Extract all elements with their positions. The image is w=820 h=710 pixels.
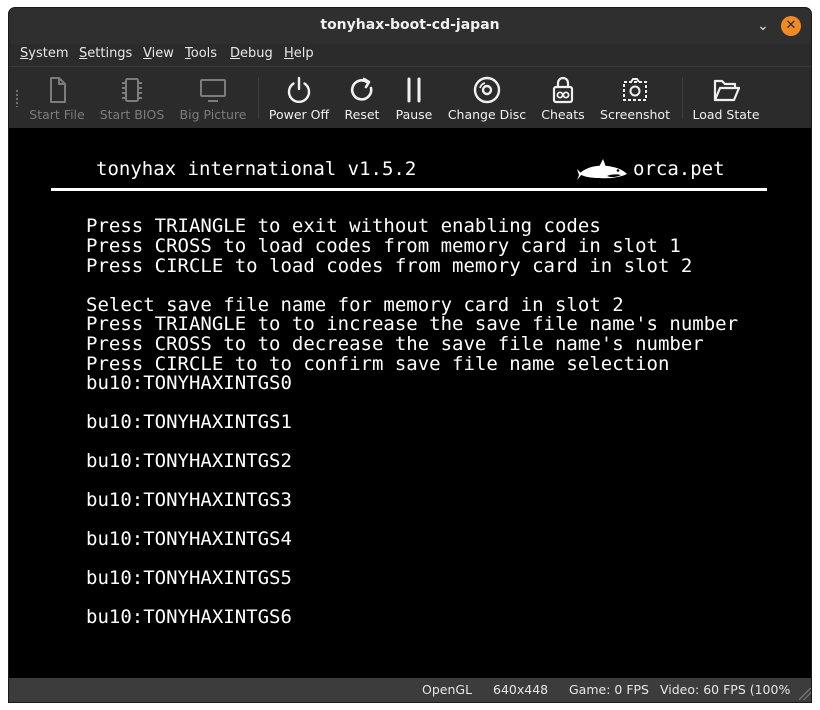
- big-picture-button[interactable]: Big Picture: [175, 67, 251, 127]
- menu-tools[interactable]: Tools: [185, 46, 217, 61]
- save-prompt-line: Press CROSS to to decrease the save file…: [86, 333, 704, 355]
- change-disc-button[interactable]: Change Disc: [445, 67, 529, 127]
- pause-icon: [407, 77, 421, 103]
- big-picture-label: Big Picture: [179, 107, 247, 122]
- reset-button[interactable]: Reset: [339, 67, 385, 127]
- game-fps-status: Game: 0 FPS: [569, 682, 649, 697]
- pause-button[interactable]: Pause: [391, 67, 437, 127]
- minimize-icon[interactable]: ⌄: [753, 16, 773, 36]
- menu-system[interactable]: System: [20, 46, 69, 61]
- window-title: tonyhax-boot-cd-japan: [320, 17, 500, 33]
- start-file-button[interactable]: Start File: [25, 67, 89, 127]
- menu-bar: System Settings View Tools Debug Help: [9, 44, 811, 66]
- save-prompt-line: Press CIRCLE to to confirm save file nam…: [86, 353, 670, 375]
- save-file-name: bu10:TONYHAXINTGS4: [86, 528, 292, 550]
- chip-icon: [122, 78, 142, 102]
- power-icon: [287, 76, 311, 104]
- instruction-line: Press CIRCLE to load codes from memory c…: [86, 255, 693, 277]
- toolbar-grip[interactable]: [15, 89, 19, 107]
- save-prompt-line: Press TRIANGLE to to increase the save f…: [86, 313, 739, 335]
- emulator-window: tonyhax-boot-cd-japan ⌄ ✕ System Setting…: [9, 8, 811, 702]
- instruction-line: Press CROSS to load codes from memory ca…: [86, 235, 681, 257]
- monitor-icon: [200, 79, 226, 102]
- load-state-button[interactable]: Load State: [689, 67, 763, 127]
- menu-debug[interactable]: Debug: [230, 46, 273, 61]
- save-file-name: bu10:TONYHAXINTGS2: [86, 450, 292, 472]
- game-display[interactable]: tonyhax international v1.5.2 orca.pet Pr…: [9, 128, 811, 678]
- save-file-name: bu10:TONYHAXINTGS3: [86, 489, 292, 511]
- toolbar-separator: [258, 77, 259, 119]
- menu-settings[interactable]: Settings: [79, 46, 132, 61]
- cheats-icon: [552, 76, 574, 104]
- save-file-name: bu10:TONYHAXINTGS5: [86, 567, 292, 589]
- start-bios-button[interactable]: Start BIOS: [97, 67, 167, 127]
- resolution-status: 640x448: [493, 682, 549, 697]
- save-file-name: bu10:TONYHAXINTGS1: [86, 411, 292, 433]
- start-file-label: Start File: [29, 107, 85, 122]
- renderer-status: OpenGL: [422, 682, 473, 697]
- orca-pet-site: orca.pet: [633, 158, 725, 180]
- screenshot-icon: [623, 78, 647, 101]
- start-bios-label: Start BIOS: [99, 107, 165, 122]
- save-prompt-line: Select save file name for memory card in…: [86, 294, 624, 316]
- close-icon[interactable]: ✕: [781, 16, 801, 36]
- resize-grip-icon[interactable]: [799, 688, 811, 700]
- power-off-label: Power Off: [268, 107, 330, 122]
- header-divider: [51, 188, 767, 191]
- screenshot-button[interactable]: Screenshot: [597, 67, 673, 127]
- folder-open-icon: [713, 79, 741, 102]
- file-icon: [50, 77, 66, 103]
- cheats-label: Cheats: [541, 107, 585, 122]
- save-file-name: bu10:TONYHAXINTGS0: [86, 372, 292, 394]
- instruction-line: Press TRIANGLE to exit without enabling …: [86, 215, 601, 237]
- reset-label: Reset: [344, 107, 380, 122]
- status-bar: OpenGL 640x448 Game: 0 FPS Video: 60 FPS…: [9, 678, 811, 702]
- menu-view[interactable]: View: [143, 46, 174, 61]
- tonyhax-title: tonyhax international v1.5.2: [96, 158, 417, 180]
- video-fps-status: Video: 60 FPS (100%: [660, 682, 791, 697]
- menu-help[interactable]: Help: [284, 46, 314, 61]
- load-state-label: Load State: [692, 107, 760, 122]
- power-off-button[interactable]: Power Off: [265, 67, 333, 127]
- orca-logo-icon: [577, 159, 627, 180]
- title-bar[interactable]: tonyhax-boot-cd-japan ⌄ ✕: [9, 8, 811, 44]
- save-file-name: bu10:TONYHAXINTGS6: [86, 606, 292, 628]
- disc-icon: [473, 76, 501, 104]
- change-disc-label: Change Disc: [447, 107, 527, 122]
- pause-label: Pause: [395, 107, 433, 122]
- toolbar: Start File Start BIOS Big Picture Power …: [9, 66, 811, 130]
- screenshot-label: Screenshot: [600, 107, 670, 122]
- cheats-button[interactable]: Cheats: [537, 67, 589, 127]
- toolbar-separator: [682, 77, 683, 119]
- reset-icon: [350, 77, 373, 101]
